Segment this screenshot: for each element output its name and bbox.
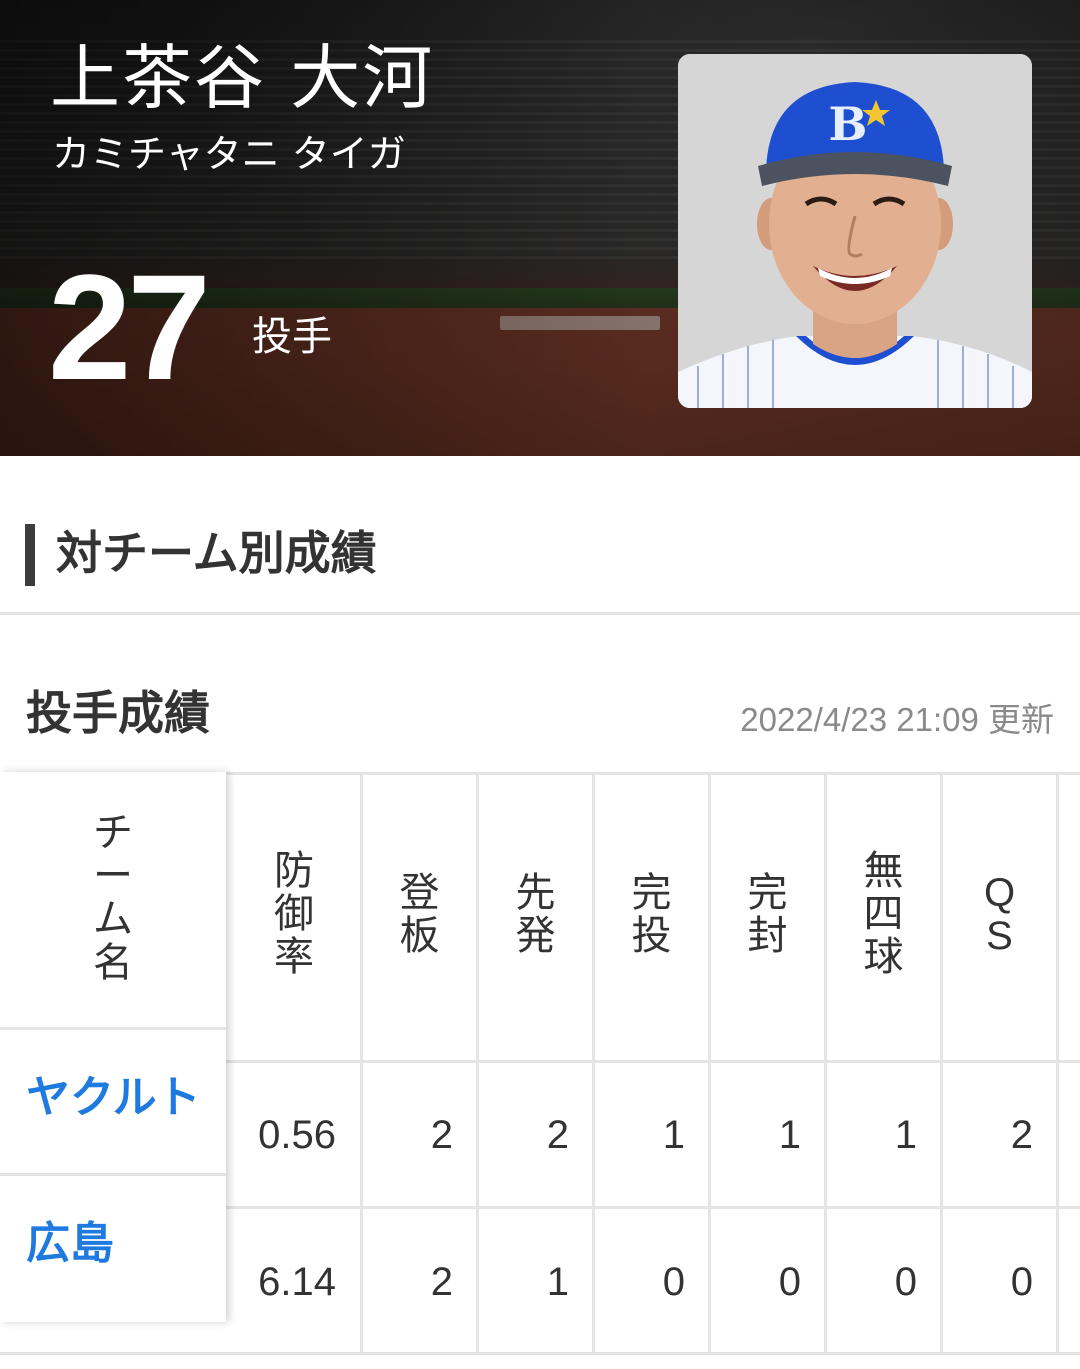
- column-header-no-walk[interactable]: 無 四 球: [827, 848, 940, 1110]
- cell-complete-game: 1: [662, 1113, 685, 1157]
- column-header-games[interactable]: 登 板: [363, 870, 476, 1132]
- column-header-complete-game[interactable]: 完 投: [595, 870, 708, 1132]
- header-char: 投: [631, 913, 672, 960]
- cell-shutout: 1: [778, 1113, 801, 1157]
- sticky-team-column: チ ー ム 名 ヤクルト 広島: [0, 772, 226, 1322]
- header-char: 板: [399, 913, 440, 960]
- section-accent-bar: [25, 524, 35, 586]
- header-char: 封: [747, 913, 788, 960]
- cell-shutout: 0: [778, 1260, 801, 1304]
- column-header-era[interactable]: 防 御 率: [228, 848, 360, 1110]
- header-char: 御: [274, 891, 314, 938]
- stats-title: 投手成績: [26, 686, 210, 740]
- column-header-team[interactable]: チ ー ム 名: [0, 772, 226, 1030]
- header-char: 完: [631, 870, 672, 916]
- section-header: 対チーム別成績: [0, 518, 1080, 590]
- cell-no-walk: 0: [894, 1260, 917, 1304]
- pitching-stats-table[interactable]: 防 御 率 登 板 先 発 完 投 完 封 無 四 球 Q S 0.56 2 2…: [0, 772, 1080, 1369]
- player-hero: 上茶谷 大河 カミチャタニ タイガ 27 投手 B: [0, 0, 1080, 456]
- cell-quality-start: 2: [1010, 1113, 1033, 1157]
- section-divider: [0, 612, 1080, 615]
- player-photo: B: [678, 54, 1032, 408]
- cell-era: 6.14: [258, 1260, 336, 1304]
- column-header-starts[interactable]: 先 発: [479, 870, 592, 1132]
- cell-no-walk: 1: [894, 1113, 917, 1157]
- header-char: 名: [93, 939, 133, 986]
- svg-text:B: B: [829, 97, 868, 151]
- header-char: 先: [515, 870, 556, 916]
- header-char: 防: [274, 848, 314, 894]
- player-name-kana: カミチャタニ タイガ: [52, 132, 406, 176]
- header-char: 発: [515, 913, 556, 960]
- header-char: 率: [274, 934, 314, 981]
- player-portrait-image: B: [678, 54, 1032, 408]
- section-title: 対チーム別成績: [56, 526, 377, 580]
- table-row-team: ヤクルト: [0, 1030, 226, 1176]
- column-header-team-label: チ ー ム 名: [0, 810, 226, 1032]
- cell-starts: 2: [546, 1113, 569, 1157]
- uniform-number: 27: [48, 243, 211, 411]
- header-char: ム: [93, 896, 133, 943]
- header-char: S: [986, 914, 1013, 959]
- updated-timestamp: 2022/4/23 21:09 更新: [740, 701, 1054, 738]
- cell-quality-start: 0: [1010, 1260, 1033, 1304]
- header-char: 四: [863, 891, 904, 938]
- header-char: 登: [399, 870, 440, 916]
- team-link-yakult[interactable]: ヤクルト: [26, 1072, 201, 1125]
- table-border-bottom: [0, 1352, 1080, 1355]
- header-char: 球: [863, 934, 904, 981]
- player-name: 上茶谷 大河: [50, 37, 435, 119]
- header-char: Q: [983, 871, 1016, 915]
- cell-complete-game: 0: [662, 1260, 685, 1304]
- cell-era: 0.56: [258, 1113, 336, 1157]
- cell-games: 2: [430, 1113, 453, 1157]
- player-position: 投手: [252, 314, 332, 360]
- team-link-hiroshima[interactable]: 広島: [26, 1218, 114, 1271]
- column-header-shutout[interactable]: 完 封: [711, 870, 824, 1132]
- header-char: ー: [93, 853, 133, 900]
- table-col-divider: [1056, 772, 1059, 1352]
- cell-starts: 1: [546, 1260, 569, 1304]
- header-char: チ: [93, 810, 133, 856]
- table-row-team: 広島: [0, 1176, 226, 1322]
- header-char: 無: [863, 848, 904, 894]
- cell-games: 2: [430, 1260, 453, 1304]
- column-header-quality-start[interactable]: Q S: [943, 871, 1056, 1132]
- header-char: 完: [747, 870, 788, 916]
